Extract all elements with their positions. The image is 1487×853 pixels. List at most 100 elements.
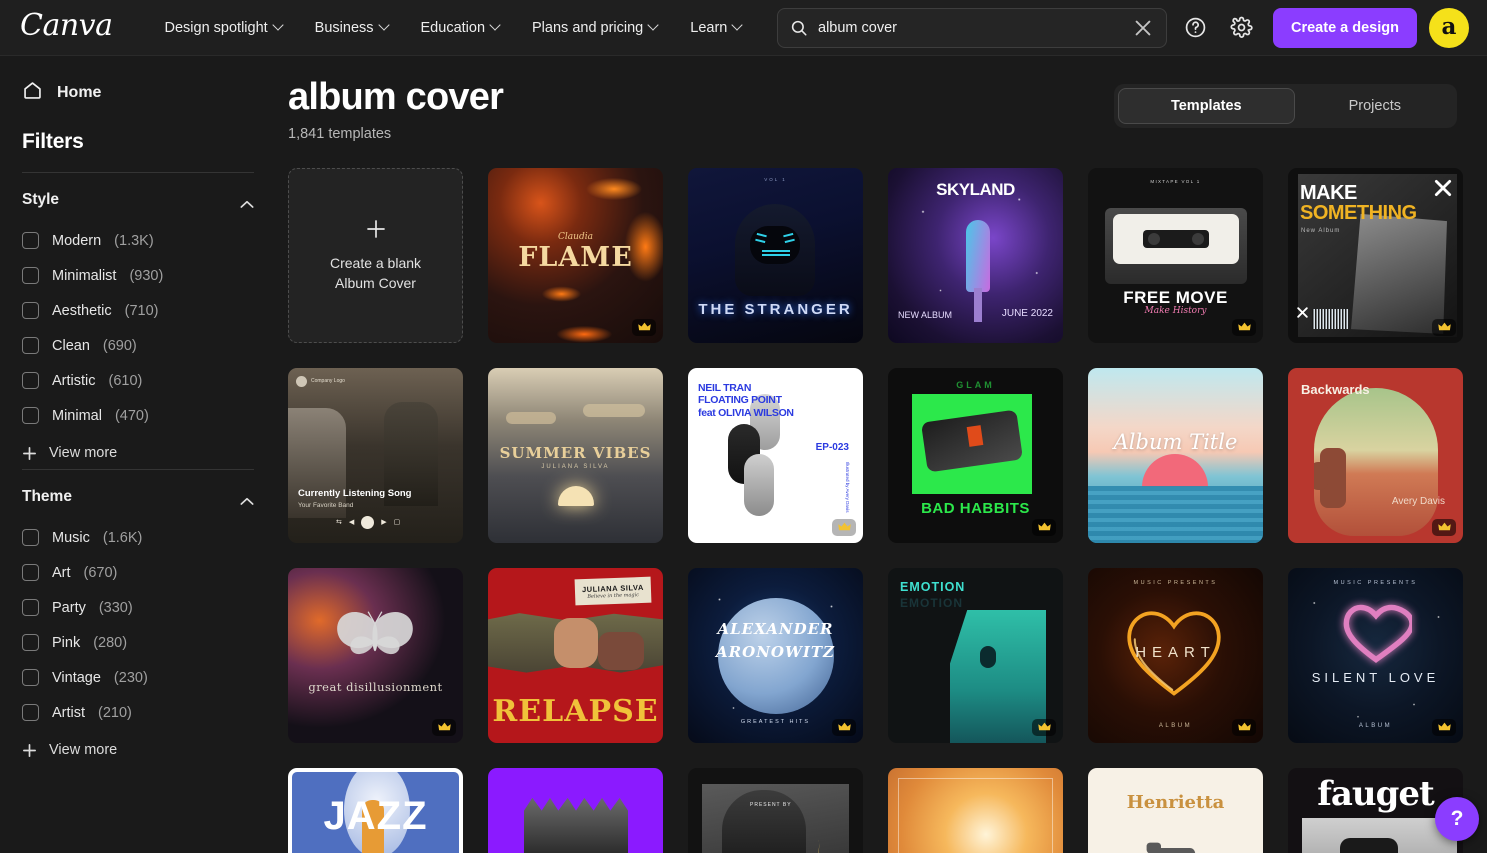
filter-option-modern[interactable]: Modern (1.3K): [22, 223, 254, 258]
checkbox[interactable]: [22, 564, 39, 581]
checkbox[interactable]: [22, 302, 39, 319]
checkbox[interactable]: [22, 337, 39, 354]
close-decor-icon: [1433, 178, 1453, 198]
results-main: album cover 1,841 templates Templates Pr…: [276, 56, 1487, 853]
template-card-jazz[interactable]: JAZZ: [288, 767, 463, 853]
facet-style: Style Modern (1.3K) Minimalist (930) Aes…: [22, 173, 254, 469]
nav-label: Education: [420, 19, 486, 36]
help-floating-button[interactable]: ?: [1435, 797, 1479, 841]
search-icon: [790, 19, 808, 37]
checkbox[interactable]: [22, 372, 39, 389]
plus-icon: [22, 446, 37, 461]
search-input[interactable]: [818, 19, 1132, 36]
filter-option-artistic[interactable]: Artistic (610): [22, 363, 254, 398]
help-button[interactable]: [1177, 10, 1213, 46]
filter-option-minimalist[interactable]: Minimalist (930): [22, 258, 254, 293]
filter-option-music[interactable]: Music (1.6K): [22, 520, 254, 555]
settings-button[interactable]: [1223, 10, 1259, 46]
search-bar[interactable]: [777, 7, 1167, 48]
facet-style-header[interactable]: Style: [22, 191, 254, 209]
option-count: (670): [83, 564, 118, 581]
tab-templates[interactable]: Templates: [1117, 88, 1295, 124]
checkbox[interactable]: [22, 529, 39, 546]
checkbox[interactable]: [22, 669, 39, 686]
template-card-henrietta[interactable]: Henrietta: [1088, 767, 1263, 853]
template-card-bad-habbits[interactable]: GLAM BAD HABBITS: [888, 367, 1063, 543]
thumb-title: RELAPSE: [492, 693, 659, 729]
sidebar-item-home[interactable]: Home: [22, 78, 254, 108]
pro-crown-icon: [832, 718, 856, 736]
template-card-backwards[interactable]: Backwards Avery Davis: [1288, 367, 1463, 543]
template-card-heart[interactable]: MUSIC PRESENTS HEART ALBUM: [1088, 567, 1263, 743]
nav-item-education[interactable]: Education: [405, 12, 517, 44]
close-icon[interactable]: [1132, 17, 1154, 39]
checkbox[interactable]: [22, 267, 39, 284]
plus-icon: [364, 217, 388, 241]
checkbox[interactable]: [22, 704, 39, 721]
checkbox[interactable]: [22, 232, 39, 249]
checkbox[interactable]: [22, 634, 39, 651]
view-more-label: View more: [49, 742, 118, 758]
thumb-title: Album Title: [1113, 429, 1238, 454]
thumb-logo-label: Company Logo: [311, 378, 345, 385]
nav-item-learn[interactable]: Learn: [674, 12, 758, 44]
thumb-title: Henrietta: [1126, 791, 1225, 813]
template-card-skyland[interactable]: SKYLAND NEW ALBUM JUNE 2022: [888, 167, 1063, 343]
template-card-the-stranger[interactable]: VOL 1 THE STRANGER: [688, 167, 863, 343]
nav-item-design-spotlight[interactable]: Design spotlight: [149, 12, 299, 44]
filter-option-minimal[interactable]: Minimal (470): [22, 398, 254, 433]
tab-projects[interactable]: Projects: [1297, 89, 1453, 123]
template-card-make-something[interactable]: MAKE SOMETHING New Album: [1288, 167, 1463, 343]
template-card-currently-listening[interactable]: Company Logo Currently Listening Song Yo…: [288, 367, 463, 543]
option-count: (330): [98, 599, 133, 616]
canva-logo[interactable]: Canva: [20, 10, 113, 45]
filter-option-artist[interactable]: Artist (210): [22, 695, 254, 730]
template-card-emotion[interactable]: EMOTION EMOTION: [888, 567, 1063, 743]
create-a-design-button[interactable]: Create a design: [1273, 7, 1417, 48]
thumb-subtitle: MUSIC PRESENTS: [1133, 579, 1218, 586]
template-card-free-move[interactable]: MIXTAPE VOL 1 FREE MOVE Make History: [1088, 167, 1263, 343]
nav-item-plans-and-pricing[interactable]: Plans and pricing: [516, 12, 674, 44]
filter-option-aesthetic[interactable]: Aesthetic (710): [22, 293, 254, 328]
template-card-floating-point[interactable]: NEIL TRAN FLOATING POINT feat OLIVIA WILSO…: [688, 367, 863, 543]
thumb-subtitle-2: Believe in the magic: [587, 591, 640, 600]
option-label: Minimal: [52, 407, 102, 424]
create-blank-album-cover-card[interactable]: Create a blank Album Cover: [288, 167, 463, 343]
filter-option-party[interactable]: Party (330): [22, 590, 254, 625]
theme-view-more-button[interactable]: View more: [22, 730, 254, 762]
thumb-subtitle: VOL 1: [764, 176, 787, 182]
home-icon: [22, 80, 43, 106]
template-card-relapse[interactable]: JULIANA SILVA Believe in the magic RELAP…: [488, 567, 663, 743]
checkbox[interactable]: [22, 407, 39, 424]
filter-option-pink[interactable]: Pink (280): [22, 625, 254, 660]
option-label: Vintage: [52, 669, 101, 686]
option-label: Art: [52, 564, 71, 581]
template-card-great-disillusionment[interactable]: great disillusionment: [288, 567, 463, 743]
thumb-subtitle-2: JUNE 2022: [1001, 308, 1053, 320]
primary-nav: Design spotlight Business Education Plan…: [149, 12, 759, 44]
template-card-flame[interactable]: Claudia FLAME: [488, 167, 663, 343]
page-title: album cover: [288, 76, 504, 118]
pro-crown-icon: [1032, 518, 1056, 536]
checkbox[interactable]: [22, 599, 39, 616]
filters-heading: Filters: [22, 130, 84, 153]
chevron-down-icon: [649, 21, 658, 30]
template-card-alexander-aronowitz[interactable]: ALEXANDER ARONOWITZ GREATEST HITS: [688, 567, 863, 743]
template-card-present-by[interactable]: PRESENT BY: [688, 767, 863, 853]
facet-theme: Theme Music (1.6K) Art (670) Party (330): [22, 470, 254, 766]
chevron-down-icon: [274, 21, 283, 30]
pro-crown-icon: [432, 718, 456, 736]
template-card-summer-vibes[interactable]: SUMMER VIBES JULIANA SILVA: [488, 367, 663, 543]
style-view-more-button[interactable]: View more: [22, 433, 254, 465]
avatar[interactable]: a: [1429, 7, 1469, 48]
template-card-album-title[interactable]: Album Title: [1088, 367, 1263, 543]
filter-option-art[interactable]: Art (670): [22, 555, 254, 590]
facet-theme-header[interactable]: Theme: [22, 488, 254, 506]
filter-option-clean[interactable]: Clean (690): [22, 328, 254, 363]
template-card-corner[interactable]: CORNER: [488, 767, 663, 853]
option-label: Clean: [52, 337, 90, 354]
filter-option-vintage[interactable]: Vintage (230): [22, 660, 254, 695]
nav-item-business[interactable]: Business: [299, 12, 405, 44]
template-card-silent-love[interactable]: MUSIC PRESENTS SILENT LOVE ALBUM: [1288, 567, 1463, 743]
template-card-sunset[interactable]: [888, 767, 1063, 853]
